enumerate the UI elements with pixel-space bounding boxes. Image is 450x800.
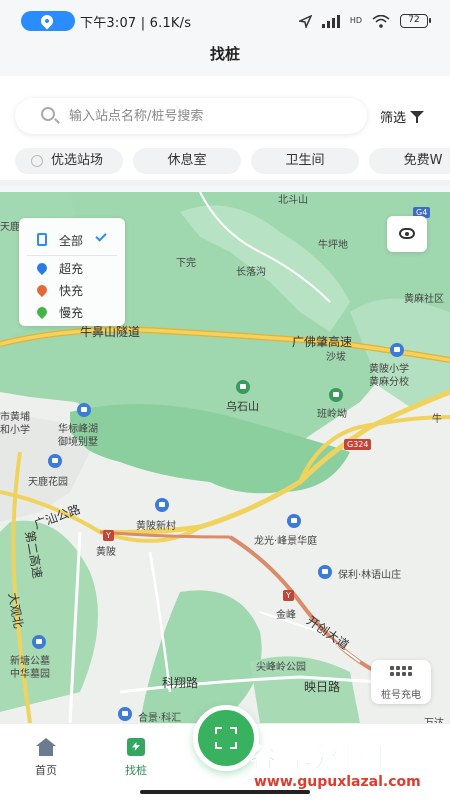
search-box[interactable] (15, 98, 367, 134)
map-label-niu-right: 牛 (432, 414, 442, 425)
watermark-url: www.gupuxlazal.com (254, 774, 421, 790)
location-indicator (21, 11, 75, 31)
map-label-baoli: 保利·林语山庄 (338, 570, 402, 581)
mountain-poi-icon (329, 388, 343, 402)
map-label-longguang: 龙光·峰景华庭 (254, 536, 318, 547)
slow-charge-pin-icon (34, 304, 50, 320)
filter-funnel-icon (410, 109, 425, 123)
pile-number-charge-button[interactable]: 桩号充电 (371, 660, 431, 704)
chip-label: 休息室 (167, 153, 207, 168)
wifi-icon (372, 14, 390, 28)
map-label-wushi-mountain: 乌石山 (226, 400, 259, 413)
map-label-kexiang-road: 科翔路 (162, 676, 199, 690)
scan-icon (215, 727, 237, 749)
legend-label: 快充 (59, 284, 84, 298)
charging-station-icon (37, 233, 47, 246)
map-label-beidou-mountain: 北斗山 (278, 195, 308, 206)
map-label-banlingao: 班岭坳 (317, 409, 347, 420)
gas-station-poi-icon: Y (283, 590, 294, 601)
map-label-yingri-road: 映日路 (304, 680, 341, 694)
nav-item-find-pile[interactable]: 找桩 (106, 738, 166, 778)
chip-label: 免费W (403, 153, 443, 168)
mountain-poi-icon (236, 380, 250, 394)
chip-label: 卫生间 (285, 153, 325, 168)
pile-charge-label: 桩号充电 (381, 690, 421, 701)
map-label-huangpo-new-village: 黄陂新村 (136, 521, 176, 532)
nav-item-home[interactable]: 首页 (16, 738, 76, 778)
map-label-yujing-villa: 御境别墅 (58, 437, 98, 448)
eye-icon (399, 228, 415, 239)
charging-pile-icon (127, 738, 145, 756)
watermark-title: 谷普软件园 (249, 744, 386, 775)
keypad-icon (390, 666, 412, 680)
map-label-jinfeng: 金峰 (276, 610, 296, 621)
map-label-tianlu-garden: 天鹿花园 (28, 477, 68, 488)
chip-restroom[interactable]: 卫生间 (251, 148, 359, 174)
residential-poi-icon (155, 498, 169, 512)
nav-label: 首页 (35, 764, 57, 777)
map-label-zhonghua-cemetery: 中华墓园 (10, 669, 50, 680)
g324-road-badge: G324 (344, 439, 372, 450)
search-area: 筛选 优选站场 休息室 卫生间 免费W (0, 76, 450, 186)
battery-icon: 72 (400, 14, 431, 28)
residential-poi-icon (118, 707, 132, 721)
map-label-jianfengling-park: 尖峰岭公园 (256, 662, 306, 673)
check-icon (95, 230, 107, 242)
legend-divider (27, 255, 117, 256)
map-label-huangpo: 黄陂 (96, 547, 116, 558)
residential-poi-icon (48, 454, 62, 468)
map-label-hejing: 合景·科汇 (138, 713, 182, 723)
charger-type-legend: 全部 超充 快充 慢充 (19, 218, 125, 326)
status-icons: HD 72 (298, 12, 431, 30)
fast-charge-pin-icon (34, 282, 50, 298)
title-bar: 找桩 (0, 40, 450, 76)
network-type-label: HD (349, 16, 362, 25)
residential-poi-icon (287, 514, 301, 528)
legend-item-fast-charge[interactable]: 快充 (19, 280, 125, 300)
home-icon (36, 738, 56, 756)
location-pin-icon (38, 12, 56, 30)
map-label-niupingdi: 牛坪地 (318, 240, 348, 251)
legend-label: 慢充 (59, 306, 84, 320)
signal-bars-icon (321, 14, 340, 28)
residential-poi-icon (318, 565, 332, 579)
status-time: 下午3:07 | 6.1K/s (80, 16, 192, 31)
search-input[interactable] (69, 98, 359, 134)
map-label-changluogou: 长落沟 (236, 267, 266, 278)
preferred-station-icon (31, 155, 43, 167)
filter-chips: 优选站场 休息室 卫生间 免费W (15, 148, 450, 174)
chip-preferred-station[interactable]: 优选站场 (15, 148, 123, 174)
school-poi-icon (390, 343, 404, 357)
map-label-he-primary: 和小学 (0, 425, 30, 436)
legend-item-all[interactable]: 全部 (19, 230, 125, 250)
nav-label: 找桩 (125, 764, 147, 777)
cemetery-poi-icon (32, 635, 46, 649)
status-bar: 下午3:07 | 6.1K/s HD 72 (0, 0, 450, 40)
legend-label: 全部 (59, 234, 84, 248)
filter-button[interactable]: 筛选 (380, 104, 425, 128)
map-view[interactable]: 北斗山 天鹿 下完 长落沟 牛坪地 黄麻社区 牛鼻山隧道 广佛肇高速 沙坺 黄陂… (0, 192, 450, 723)
map-label-huangma-branch: 黄麻分校 (369, 377, 409, 388)
filter-label: 筛选 (380, 110, 407, 126)
visibility-toggle-button[interactable] (387, 216, 427, 252)
page-title: 找桩 (209, 45, 240, 63)
residential-poi-icon (77, 403, 91, 417)
map-label-huangmashe: 黄麻社区 (404, 294, 444, 305)
chip-lounge[interactable]: 休息室 (133, 148, 241, 174)
map-label-tianlu: 天鹿 (0, 222, 20, 233)
map-label-xiakeng: 下完 (176, 258, 196, 269)
home-indicator (140, 790, 310, 794)
legend-label: 超充 (59, 262, 84, 276)
legend-item-super-charge[interactable]: 超充 (19, 258, 125, 278)
map-label-wanda: 万达 (424, 714, 444, 723)
chip-free-wifi[interactable]: 免费W (369, 148, 450, 174)
super-charge-pin-icon (34, 260, 50, 276)
legend-item-slow-charge[interactable]: 慢充 (19, 302, 125, 322)
map-label-shaba: 沙坺 (326, 352, 346, 363)
gas-station-poi-icon: Y (103, 530, 114, 541)
search-icon (41, 107, 55, 121)
chip-label: 优选站场 (50, 153, 103, 168)
navigation-arrow-icon (298, 14, 312, 28)
